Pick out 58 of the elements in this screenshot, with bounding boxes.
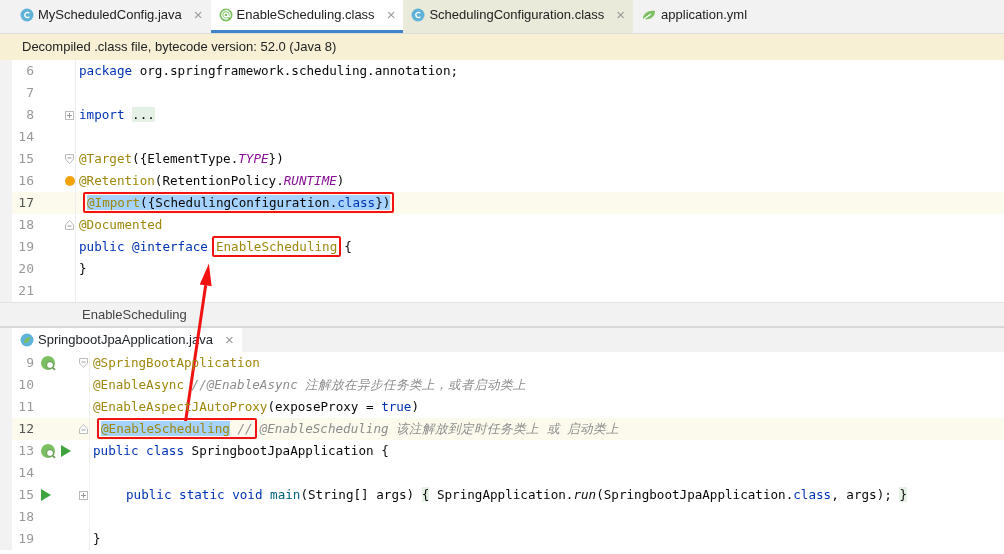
file-tab[interactable]: MyScheduledConfig.java ×	[12, 0, 211, 33]
code-text: @Documented	[79, 216, 163, 232]
bulb-icon	[64, 176, 75, 186]
fold-icon	[79, 358, 88, 368]
code-text: public class SpringbootJpaApplication {	[93, 442, 389, 458]
expand-icon	[79, 490, 88, 500]
line-number: 19	[17, 238, 34, 257]
code-text: package org.springframework.scheduling.annotation;	[79, 62, 459, 78]
line-number: 18	[17, 508, 34, 527]
line-number: 15	[17, 150, 34, 169]
line-number: 20	[17, 260, 34, 279]
class-file-icon	[411, 8, 426, 22]
class-file-icon	[20, 8, 34, 22]
code-text: public @interface	[79, 238, 208, 254]
fold-end-icon	[65, 220, 74, 230]
file-tab[interactable]: application.yml	[633, 0, 756, 33]
fold-end-icon	[79, 424, 88, 434]
line-number: 18	[17, 216, 34, 235]
run-icon	[40, 488, 52, 502]
line-number: 21	[17, 282, 34, 301]
line-number: 12	[17, 420, 34, 439]
line-number: 6	[25, 62, 34, 81]
fold-icon	[65, 154, 74, 164]
expand-icon	[65, 110, 74, 120]
leaf-icon	[641, 8, 658, 22]
decompiled-notice: Decompiled .class file, bytecode version: 52.0 (Java 8)	[0, 34, 1004, 60]
line-number: 19	[17, 530, 34, 549]
code-text: @EnableAsync //@EnableAsync 注解放在异步任务类上，或者启动类上	[93, 376, 527, 392]
line-number: 13	[17, 442, 34, 461]
line-number: 11	[17, 398, 34, 417]
run-icon	[60, 444, 72, 458]
code-text: {	[344, 238, 352, 254]
code-text: @Target({ElementType.TYPE})	[79, 150, 284, 166]
breadcrumb[interactable]: EnableScheduling	[0, 302, 1004, 326]
line-number: 14	[17, 128, 34, 147]
line-number: 8	[25, 106, 34, 125]
code-text: public static void main(String[] args) { SpringApplication.run(SpringbootJpaApplication.class, args); }	[126, 486, 908, 502]
bean-icon	[40, 443, 56, 459]
code-text: @Import({SchedulingConfiguration.class})	[87, 194, 391, 210]
file-tab[interactable]: EnableScheduling.class ×	[210, 0, 404, 33]
line-number: 17	[17, 194, 34, 213]
code-text: import ...	[79, 106, 155, 122]
bean-icon	[40, 355, 56, 371]
line-number: 14	[17, 464, 34, 483]
line-number: 9	[25, 354, 34, 373]
file-tab[interactable]: SchedulingConfiguration.class ×	[403, 0, 634, 33]
line-number: 7	[25, 84, 34, 103]
code-text: }	[93, 530, 101, 546]
code-text: @Retention(RetentionPolicy.RUNTIME)	[79, 172, 345, 188]
line-number: 15	[17, 486, 34, 505]
code-text: @EnableScheduling //	[101, 420, 253, 436]
spring-file-icon	[20, 333, 34, 347]
code-text: }	[79, 260, 87, 276]
annotation-file-icon	[218, 8, 233, 22]
line-number: 10	[17, 376, 34, 395]
code-text: @EnableScheduling 该注解放到定时任务类上 或 启动类上	[259, 420, 620, 436]
line-number: 16	[17, 172, 34, 191]
code-text: EnableScheduling	[215, 238, 338, 254]
